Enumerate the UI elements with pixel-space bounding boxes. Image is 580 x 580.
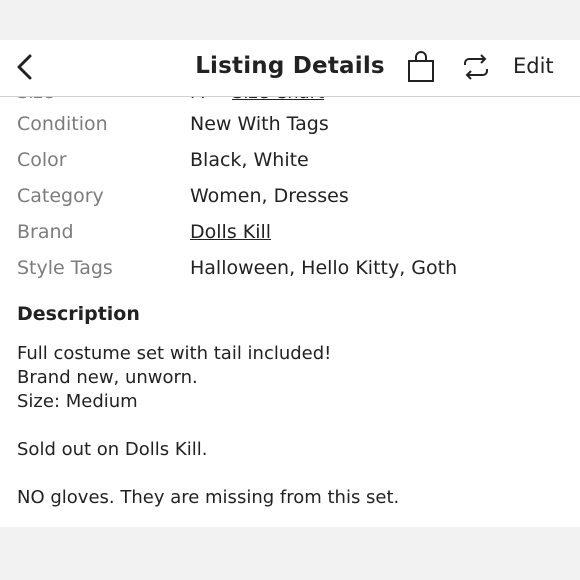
detail-label: Brand <box>17 221 74 243</box>
top-nav-bar: Listing Details Edit <box>0 40 580 97</box>
detail-value: Women, Dresses <box>190 185 349 207</box>
detail-value: Halloween, Hello Kitty, Goth <box>190 257 458 279</box>
repost-arrows-icon <box>464 54 488 80</box>
description-body: Full costume set with tail included! Bra… <box>17 342 557 510</box>
detail-label: Color <box>17 149 67 171</box>
description-gap <box>17 462 557 486</box>
detail-label: Condition <box>17 113 108 135</box>
details-list: Condition New With Tags Color Black, Whi… <box>0 106 580 286</box>
detail-row-color: Color Black, White <box>0 142 580 178</box>
description-line: Size: Medium <box>17 391 138 412</box>
edit-button[interactable]: Edit <box>513 54 554 78</box>
detail-row-category: Category Women, Dresses <box>0 178 580 214</box>
bag-button[interactable] <box>407 51 435 83</box>
detail-value: New With Tags <box>190 113 329 135</box>
page-title: Listing Details <box>195 53 385 79</box>
description-line: Full costume set with tail included! <box>17 343 332 364</box>
brand-link[interactable]: Dolls Kill <box>190 221 271 243</box>
description-gap <box>17 414 557 438</box>
shopping-bag-icon <box>408 51 434 82</box>
description-heading: Description <box>17 303 140 325</box>
detail-label: Style Tags <box>17 257 113 279</box>
description-line: Sold out on Dolls Kill. <box>17 439 208 460</box>
listing-details-screen: Listing Details Edit Size M Size Chart C… <box>0 40 580 527</box>
detail-row-condition: Condition New With Tags <box>0 106 580 142</box>
description-line: NO gloves. They are missing from this se… <box>17 487 400 508</box>
detail-row-brand: Brand Dolls Kill <box>0 214 580 250</box>
detail-row-style-tags: Style Tags Halloween, Hello Kitty, Goth <box>0 250 580 286</box>
detail-label: Category <box>17 185 104 207</box>
share-button[interactable] <box>461 52 491 82</box>
description-line: Brand new, unworn. <box>17 367 198 388</box>
detail-value: Black, White <box>190 149 309 171</box>
